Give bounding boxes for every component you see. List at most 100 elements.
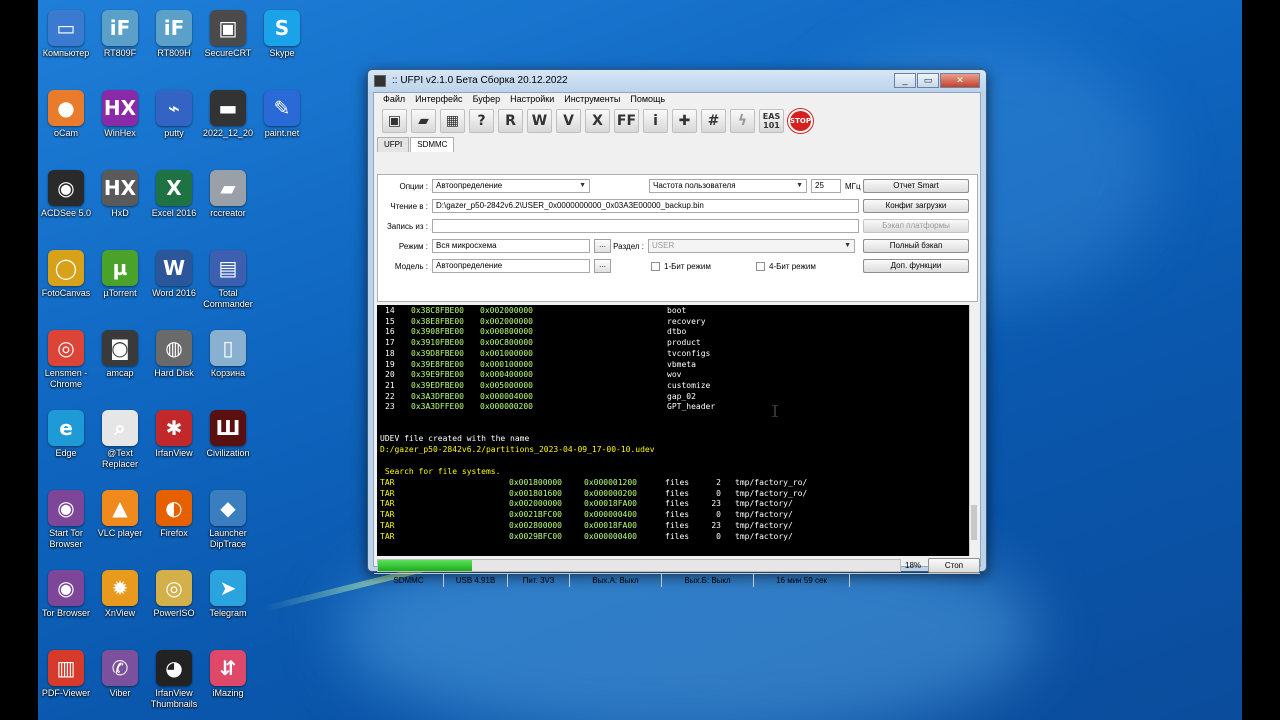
fs-address: 0x0029BFC00	[509, 531, 562, 541]
verify-icon[interactable]: V	[556, 109, 581, 133]
platform-backup-button[interactable]: Бэкап платформы	[863, 219, 969, 233]
chrome-icon: ◎	[48, 330, 84, 366]
log-console[interactable]: 14 0x38C8FBE00 0x002000000 boot 15 0x38E8FBE0…	[377, 305, 978, 556]
extra-functions-button[interactable]: Доп. функции	[863, 259, 969, 273]
desktop-shortcut[interactable]: ➤ Telegram	[200, 570, 256, 619]
stop-button[interactable]: Стоп	[928, 558, 980, 573]
menu-file[interactable]: Файл	[378, 93, 410, 107]
desktop-shortcut[interactable]: ⌁ putty	[146, 90, 202, 139]
plus-icon[interactable]: ✚	[672, 109, 697, 133]
bit1-checkbox[interactable]: 1-Бит режим	[651, 262, 711, 271]
desktop-shortcut[interactable]: ✱ IrfanView	[146, 410, 202, 459]
minimize-button[interactable]: _	[894, 73, 916, 88]
checkbox-box[interactable]	[756, 262, 765, 271]
camera-icon: ◙	[102, 330, 138, 366]
erase-icon[interactable]: X	[585, 109, 610, 133]
tab-sdmmc[interactable]: SDMMC	[410, 137, 455, 152]
desktop-shortcut[interactable]: ◐ Firefox	[146, 490, 202, 539]
model-input[interactable]: Автоопределение	[432, 259, 590, 273]
partition-select[interactable]: USER ▼	[648, 239, 855, 253]
desktop-shortcut[interactable]: ▥ PDF-Viewer	[38, 650, 94, 699]
desktop-shortcut[interactable]: ▬ 2022_12_20	[200, 90, 256, 139]
desktop-shortcut[interactable]: Ш Civilization	[200, 410, 256, 459]
chip-icon[interactable]: ▦	[440, 109, 465, 133]
desktop-shortcut[interactable]: ● oCam	[38, 90, 94, 139]
desktop-shortcut[interactable]: ◉ Tor Browser	[38, 570, 94, 619]
desktop-shortcut[interactable]: ◎ PowerISO	[146, 570, 202, 619]
frequency-input[interactable]: 25	[811, 179, 841, 193]
console-scrollbar[interactable]	[969, 305, 978, 556]
menu-help[interactable]: Помощь	[625, 93, 670, 107]
app-icon[interactable]	[374, 75, 386, 87]
desktop-shortcut[interactable]: ◯ FotoCanvas	[38, 250, 94, 299]
desktop-shortcut[interactable]: ▰ rccreator	[200, 170, 256, 219]
fs-address: 0x001800000	[509, 478, 562, 487]
desktop-shortcut[interactable]: ◕ IrfanView Thumbnails	[146, 650, 202, 710]
desktop-shortcut[interactable]: X Excel 2016	[146, 170, 202, 219]
bit4-checkbox[interactable]: 4-Бит режим	[756, 262, 816, 271]
eas-icon[interactable]: EAS 101	[759, 109, 784, 133]
desktop-shortcut[interactable]: ✎ paint.net	[254, 90, 310, 139]
title-bar[interactable]: :: UFPI v2.1.0 Бета Сборка 20.12.2022 _ …	[368, 70, 986, 92]
write-path-input[interactable]	[432, 219, 859, 233]
blank-check-icon[interactable]: FF	[614, 109, 639, 133]
frequency-select[interactable]: Частота пользователя ▼	[649, 179, 807, 193]
desktop-shortcut[interactable]: iF RT809H	[146, 10, 202, 59]
stop-icon[interactable]: STOP	[787, 108, 814, 134]
maximize-button[interactable]: ▭	[917, 73, 939, 88]
menu-settings[interactable]: Настройки	[505, 93, 559, 107]
desktop-shortcut[interactable]: S Skype	[254, 10, 310, 59]
desktop-shortcut[interactable]: ▣ SecureCRT	[200, 10, 256, 59]
desktop-shortcut[interactable]: ◎ Lensmen - Chrome	[38, 330, 94, 390]
desktop-shortcut[interactable]: ⌕ @Text Replacer	[92, 410, 148, 470]
desktop-shortcut[interactable]: ✆ Viber	[92, 650, 148, 699]
mode-input[interactable]: Вся микросхема	[432, 239, 590, 253]
desktop-shortcut[interactable]: ◍ Hard Disk	[146, 330, 202, 379]
desktop-shortcut[interactable]: ✹ XnView	[92, 570, 148, 619]
identify-icon[interactable]: ?	[469, 109, 494, 133]
desktop-shortcut[interactable]: ▯ Корзина	[200, 330, 256, 379]
scrollbar-thumb[interactable]	[971, 505, 977, 540]
desktop-shortcut[interactable]: ◆ Launcher DipTrace	[200, 490, 256, 550]
desktop-shortcut[interactable]: ▤ Total Commander	[200, 250, 256, 310]
tab-ufpi[interactable]: UFPI	[377, 137, 410, 152]
desktop-shortcut[interactable]: ◉ Start Tor Browser	[38, 490, 94, 550]
desktop-shortcut[interactable]: HX HxD	[92, 170, 148, 219]
close-button[interactable]: ✕	[940, 73, 980, 88]
fs-kind: files	[665, 488, 690, 498]
desktop-shortcut[interactable]: HX WinHex	[92, 90, 148, 139]
info-icon[interactable]: i	[643, 109, 668, 133]
desktop-shortcut[interactable]: ▭ Компьютер	[38, 10, 94, 59]
read-icon[interactable]: R	[498, 109, 523, 133]
fs-path: tmp/factory/	[735, 510, 793, 520]
desktop-shortcut[interactable]: ◉ ACDSee 5.0	[38, 170, 94, 219]
fs-count: 0	[716, 531, 721, 541]
menu-buffer[interactable]: Буфер	[468, 93, 506, 107]
fs-type: TAR	[380, 488, 395, 498]
desktop-shortcut[interactable]: ◙ amcap	[92, 330, 148, 379]
menu-tools[interactable]: Инструменты	[559, 93, 625, 107]
boot-config-button[interactable]: Конфиг загрузки	[863, 199, 969, 213]
desktop-shortcut[interactable]: W Word 2016	[146, 250, 202, 299]
lightning-icon[interactable]: ϟ	[730, 109, 755, 133]
checkbox-box[interactable]	[651, 262, 660, 271]
disc-icon: ◎	[156, 570, 192, 606]
desktop-shortcut[interactable]: ⇵ iMazing	[200, 650, 256, 699]
write-icon[interactable]: W	[527, 109, 552, 133]
desktop-shortcut-label: amcap	[106, 368, 134, 378]
fs-type: TAR	[380, 510, 395, 520]
options-select[interactable]: Автоопределение ▼	[432, 179, 590, 193]
save-icon[interactable]: ▣	[382, 109, 407, 133]
model-browse-button[interactable]: ...	[594, 259, 611, 273]
desktop-shortcut[interactable]: ▲ VLC player	[92, 490, 148, 539]
open-folder-icon[interactable]: ▰	[411, 109, 436, 133]
smart-report-button[interactable]: Отчет Smart	[863, 179, 969, 193]
mode-browse-button[interactable]: ...	[594, 239, 611, 253]
full-backup-button[interactable]: Полный бэкап	[863, 239, 969, 253]
read-path-input[interactable]: D:\gazer_p50-2842v6.2\USER_0x0000000000_…	[432, 199, 859, 213]
desktop-shortcut[interactable]: µ µTorrent	[92, 250, 148, 299]
hash-icon[interactable]: #	[701, 109, 726, 133]
menu-interface[interactable]: Интерфейс	[410, 93, 467, 107]
desktop-shortcut[interactable]: iF RT809F	[92, 10, 148, 59]
desktop-shortcut[interactable]: e Edge	[38, 410, 94, 459]
